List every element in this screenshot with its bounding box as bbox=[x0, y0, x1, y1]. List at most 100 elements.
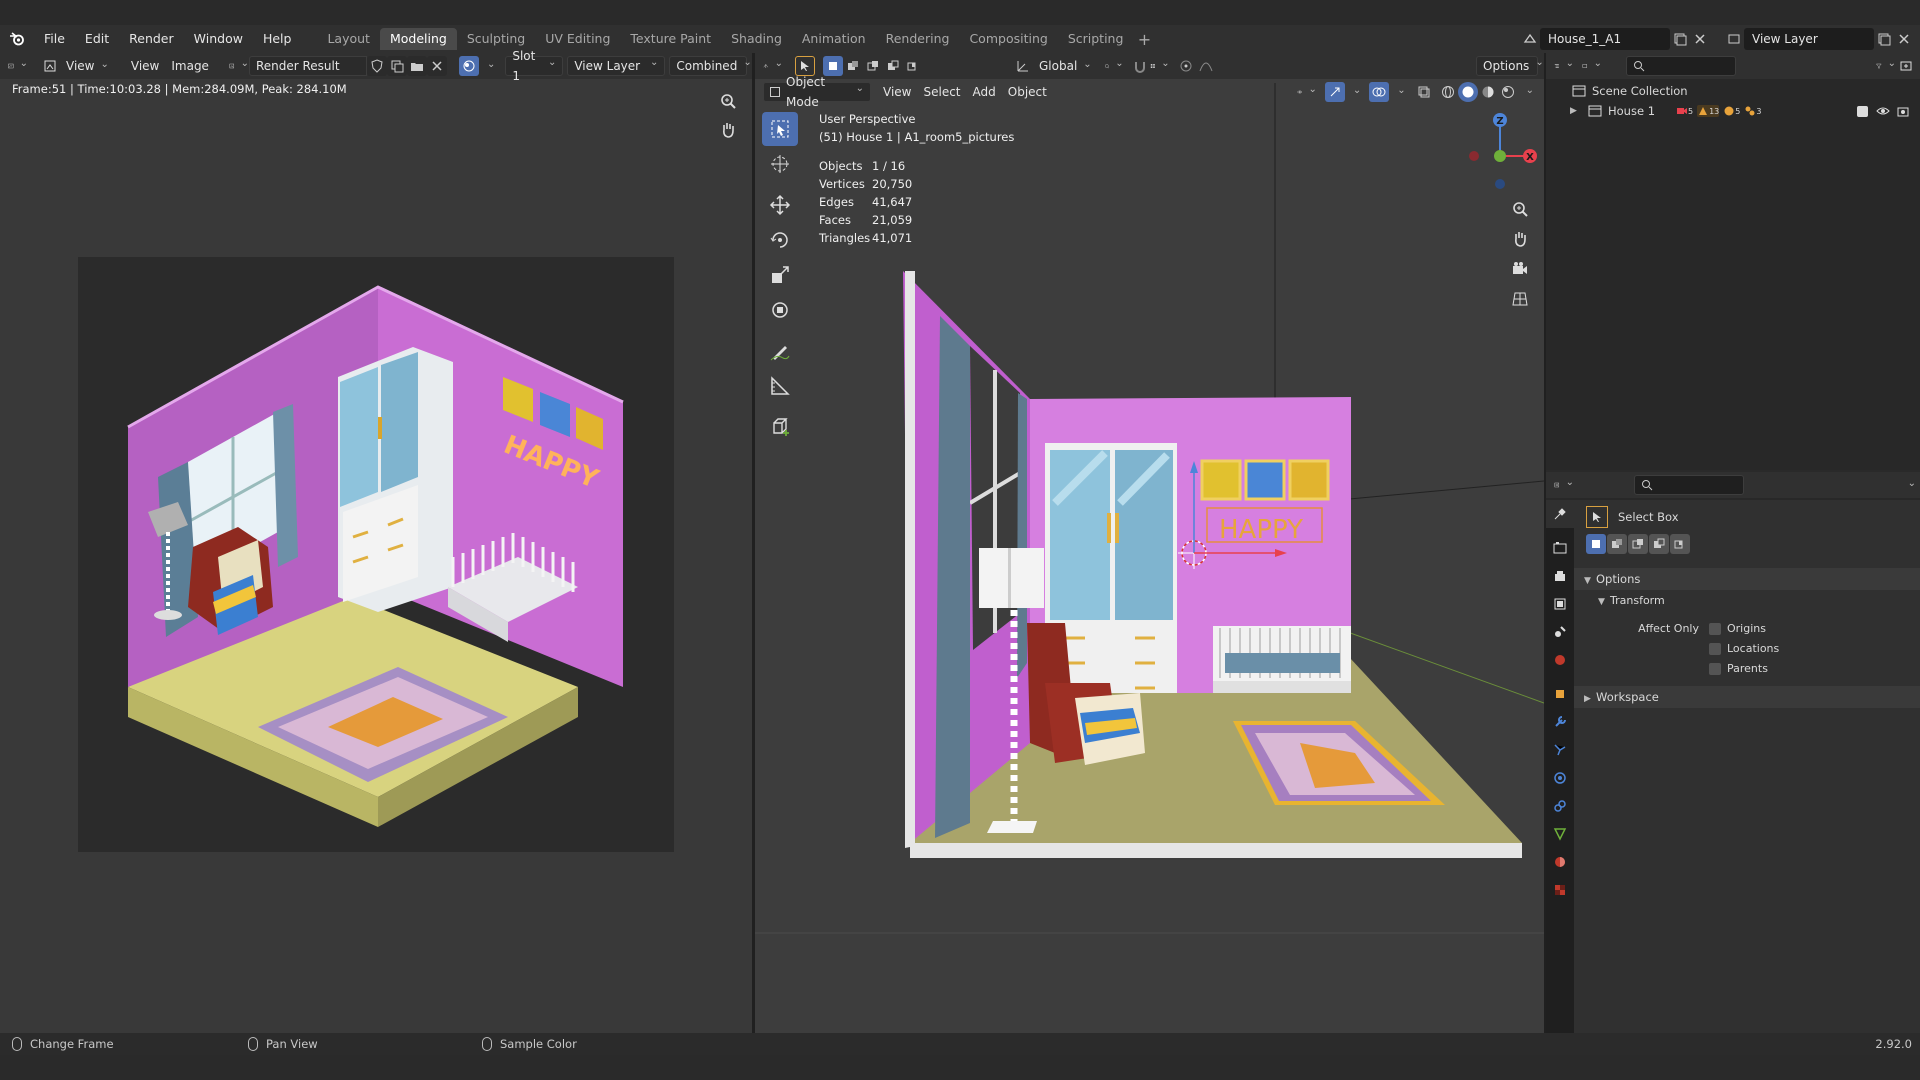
tool-annotate[interactable] bbox=[762, 334, 798, 368]
menu-render[interactable]: Render bbox=[119, 25, 184, 53]
mode-difference-icon[interactable] bbox=[1649, 534, 1669, 554]
tab-scripting[interactable]: Scripting bbox=[1058, 28, 1134, 50]
3d-viewport[interactable]: Global Options Object Mode View Select A… bbox=[755, 53, 1544, 1033]
tab-particles[interactable] bbox=[1546, 736, 1574, 764]
tab-shading[interactable]: Shading bbox=[721, 28, 792, 50]
perspective-toggle-icon[interactable] bbox=[1507, 286, 1533, 312]
scene-selector[interactable]: House_1_A1 bbox=[1540, 28, 1670, 50]
expand-arrow-icon[interactable]: ▶ bbox=[1570, 106, 1582, 116]
menu-help[interactable]: Help bbox=[253, 25, 302, 53]
tab-tool[interactable] bbox=[1546, 500, 1574, 528]
new-scene-icon[interactable] bbox=[1670, 29, 1690, 49]
slot-dropdown[interactable]: Slot 1 bbox=[505, 49, 564, 83]
zoom-icon[interactable] bbox=[1507, 196, 1533, 222]
mode-set-icon[interactable] bbox=[1586, 534, 1606, 554]
eye-icon[interactable] bbox=[1876, 105, 1890, 117]
tool-move[interactable] bbox=[762, 188, 798, 222]
image-editor[interactable]: View View Image Render Result Slot 1 Vie… bbox=[0, 49, 752, 1033]
tab-uv-editing[interactable]: UV Editing bbox=[535, 28, 620, 50]
camera-view-icon[interactable] bbox=[1507, 256, 1533, 282]
outliner-search[interactable] bbox=[1626, 56, 1736, 76]
duplicate-image-icon[interactable] bbox=[386, 56, 407, 76]
image-browse-icon[interactable] bbox=[229, 56, 249, 76]
mode-extend-icon[interactable] bbox=[1607, 534, 1627, 554]
view-mode-icon[interactable] bbox=[40, 56, 60, 76]
navigation-gizmo[interactable]: Z X bbox=[1460, 106, 1540, 196]
tab-material[interactable] bbox=[1546, 848, 1574, 876]
scene-collection-row[interactable]: Scene Collection bbox=[1560, 81, 1920, 101]
properties-options-dropdown[interactable] bbox=[1898, 475, 1920, 495]
pass-dropdown[interactable]: Combined bbox=[669, 56, 748, 76]
tab-output[interactable] bbox=[1546, 562, 1574, 590]
tool-rotate[interactable] bbox=[762, 223, 798, 257]
filter-icon[interactable] bbox=[1876, 56, 1896, 76]
add-workspace-icon[interactable]: + bbox=[1133, 30, 1155, 49]
properties-editor-type-icon[interactable] bbox=[1554, 475, 1574, 495]
tool-transform[interactable] bbox=[762, 293, 798, 327]
tab-render[interactable] bbox=[1546, 534, 1574, 562]
origins-checkbox[interactable]: Origins bbox=[1709, 622, 1766, 635]
properties-search[interactable] bbox=[1634, 475, 1744, 495]
tab-texture-paint[interactable]: Texture Paint bbox=[620, 28, 721, 50]
tab-world[interactable] bbox=[1546, 646, 1574, 674]
tool-scale[interactable] bbox=[762, 258, 798, 292]
locations-checkbox[interactable]: Locations bbox=[1709, 642, 1779, 655]
tab-layout[interactable]: Layout bbox=[317, 28, 380, 50]
gizmo-neg-z[interactable] bbox=[1495, 179, 1505, 189]
mode-subtract-icon[interactable] bbox=[1628, 534, 1648, 554]
view-layer-selector[interactable]: View Layer bbox=[1744, 28, 1874, 50]
channels-dropdown[interactable] bbox=[479, 56, 497, 76]
tool-cursor[interactable] bbox=[762, 147, 798, 181]
menu-window[interactable]: Window bbox=[184, 25, 253, 53]
tab-object[interactable] bbox=[1546, 680, 1574, 708]
shield-icon[interactable] bbox=[366, 56, 387, 76]
menu-edit[interactable]: Edit bbox=[75, 25, 119, 53]
tab-texture[interactable] bbox=[1546, 876, 1574, 904]
pan-hand-icon[interactable] bbox=[1507, 226, 1533, 252]
scene-icon[interactable] bbox=[1520, 29, 1540, 49]
view-dropdown[interactable]: View bbox=[60, 56, 115, 76]
tab-constraints[interactable] bbox=[1546, 792, 1574, 820]
render-result-image[interactable]: HAPPY bbox=[78, 257, 674, 852]
pan-hand-icon[interactable] bbox=[715, 117, 741, 143]
tool-select-box[interactable] bbox=[762, 112, 798, 146]
display-channels-icon[interactable] bbox=[458, 56, 479, 76]
options-panel-header[interactable]: ▼ Options bbox=[1574, 568, 1920, 590]
select-box-tool-icon[interactable] bbox=[1586, 506, 1608, 528]
parents-checkbox[interactable]: Parents bbox=[1709, 662, 1768, 675]
render-camera-icon[interactable] bbox=[1896, 105, 1910, 117]
tab-modifiers[interactable] bbox=[1546, 708, 1574, 736]
transform-subpanel-header[interactable]: ▼ Transform bbox=[1574, 590, 1920, 612]
tab-data[interactable] bbox=[1546, 820, 1574, 848]
display-mode-icon[interactable] bbox=[1582, 56, 1602, 76]
delete-view-layer-icon[interactable] bbox=[1894, 29, 1914, 49]
new-collection-icon[interactable] bbox=[1896, 56, 1916, 76]
view-layer-dropdown[interactable]: View Layer bbox=[567, 56, 666, 76]
zoom-icon[interactable] bbox=[715, 88, 741, 114]
tool-measure[interactable] bbox=[762, 369, 798, 403]
view-layer-icon[interactable] bbox=[1724, 29, 1744, 49]
tool-add-cube[interactable] bbox=[762, 410, 798, 444]
menu-image[interactable]: Image bbox=[165, 56, 215, 76]
tab-rendering[interactable]: Rendering bbox=[876, 28, 960, 50]
image-name-field[interactable]: Render Result bbox=[248, 56, 367, 76]
open-folder-icon[interactable] bbox=[406, 56, 427, 76]
outliner-row-house-1[interactable]: ▶ House 1 5 13 5 3 bbox=[1560, 101, 1920, 121]
gizmo-y-axis[interactable] bbox=[1494, 150, 1506, 162]
tab-compositing[interactable]: Compositing bbox=[959, 28, 1057, 50]
close-image-icon[interactable] bbox=[426, 56, 447, 76]
outliner-editor-type-icon[interactable] bbox=[1554, 56, 1574, 76]
outliner[interactable]: Scene Collection ▶ House 1 5 13 5 3 bbox=[1546, 53, 1920, 470]
tab-physics[interactable] bbox=[1546, 764, 1574, 792]
exclude-checkbox[interactable] bbox=[1857, 105, 1868, 117]
gizmo-neg-x[interactable] bbox=[1469, 151, 1479, 161]
menu-file[interactable]: File bbox=[34, 25, 75, 53]
new-view-layer-icon[interactable] bbox=[1874, 29, 1894, 49]
tab-scene[interactable] bbox=[1546, 618, 1574, 646]
tab-animation[interactable]: Animation bbox=[792, 28, 876, 50]
editor-type-icon[interactable] bbox=[8, 56, 28, 76]
workspace-panel-header[interactable]: ▶ Workspace bbox=[1574, 686, 1920, 708]
tab-view-layer[interactable] bbox=[1546, 590, 1574, 618]
delete-scene-icon[interactable] bbox=[1690, 29, 1710, 49]
blender-logo-icon[interactable] bbox=[0, 25, 34, 53]
